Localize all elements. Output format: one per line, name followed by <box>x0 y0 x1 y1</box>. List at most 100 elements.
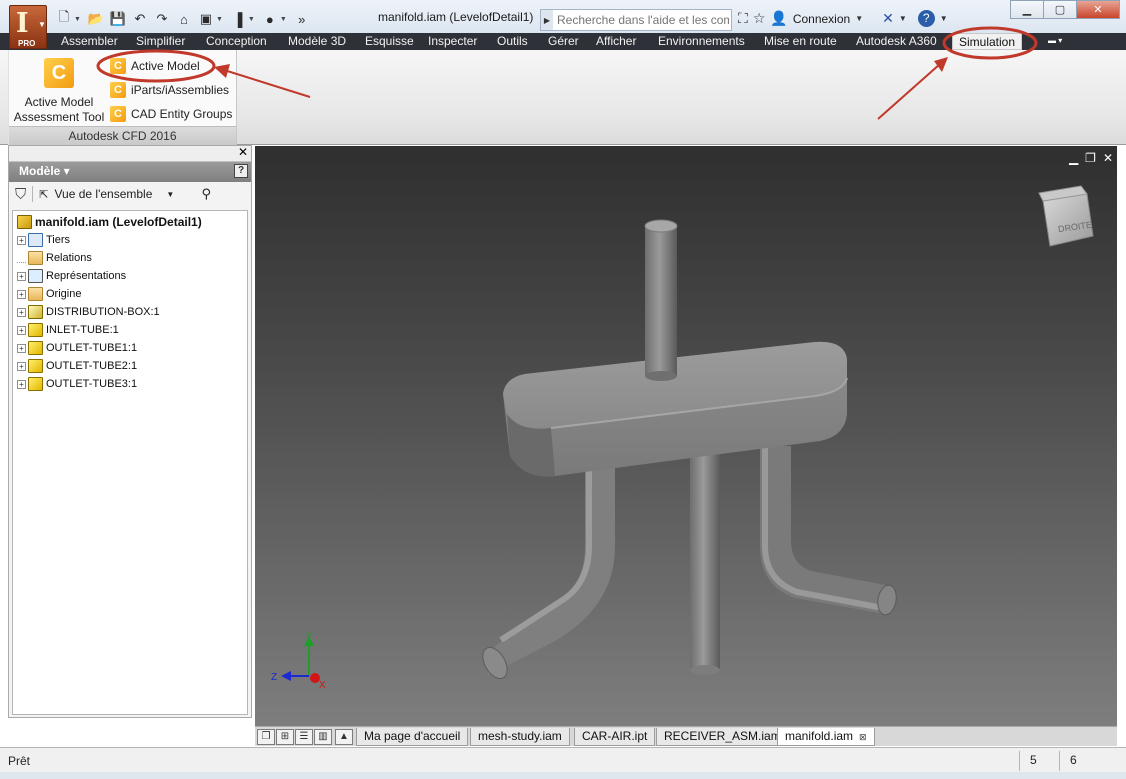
new-dropdown-icon[interactable]: ▼ <box>74 16 81 23</box>
graphics-viewport[interactable]: ▁ ❐ ✕ DROITE Y Z X <box>255 146 1117 726</box>
tab-esquisse[interactable]: Esquisse <box>365 33 414 50</box>
expand-icon[interactable]: + <box>17 307 26 317</box>
tree-item-relations[interactable]: Relations <box>13 249 92 267</box>
browser-toolbar: ⛉ ⇱ Vue de l'ensemble ▼ ⚲ <box>9 182 251 206</box>
dropdown-icon[interactable]: ▼ <box>899 14 907 23</box>
expand-icon[interactable]: + <box>17 325 26 335</box>
outlet-tube-3[interactable] <box>760 446 898 616</box>
x-axis-label: X <box>319 680 326 691</box>
ribbon-options-icon[interactable]: ▬ ▾ <box>1048 36 1074 47</box>
help-search-input[interactable] <box>553 13 729 27</box>
status-occurrences: 5 <box>1019 751 1037 771</box>
view-dropdown-icon[interactable]: ▼ <box>166 190 174 199</box>
tile-vertical-icon[interactable]: ▥ <box>314 729 332 745</box>
tab-simulation[interactable]: Simulation <box>952 33 1023 50</box>
cascade-windows-icon[interactable]: ❐ <box>257 729 275 745</box>
star-icon[interactable]: ☆ <box>753 10 766 27</box>
doc-tab-receiver-asm[interactable]: RECEIVER_ASM.iam <box>656 728 789 746</box>
tree-item-distribution-box[interactable]: + DISTRIBUTION-BOX:1 <box>13 303 160 321</box>
tree-item-inlet-tube[interactable]: + INLET-TUBE:1 <box>13 321 119 339</box>
tile-horizontal-icon[interactable]: ☰ <box>295 729 313 745</box>
tab-environnements[interactable]: Environnements <box>658 33 745 50</box>
filter-icon[interactable]: ⛉ <box>15 186 26 203</box>
view-selector[interactable]: Vue de l'ensemble <box>54 187 152 201</box>
expand-icon[interactable]: + <box>17 289 26 299</box>
doc-tab-mesh-study[interactable]: mesh-study.iam <box>470 728 570 746</box>
tree-item-outlet-tube2[interactable]: + OUTLET-TUBE2:1 <box>13 357 137 375</box>
tree-item-label: OUTLET-TUBE3:1 <box>46 378 138 390</box>
exchange-icon[interactable]: ✕ <box>882 10 894 27</box>
outlet-tube-1[interactable] <box>478 466 615 683</box>
tree-item-representations[interactable]: + Représentations <box>13 267 126 285</box>
home-icon[interactable]: ⌂ <box>175 10 193 28</box>
tree-root[interactable]: manifold.iam (LevelofDetail1) <box>13 213 202 231</box>
image-icon[interactable]: ▣ <box>197 10 215 28</box>
tab-gerer[interactable]: Gérer <box>548 33 579 50</box>
active-model-assessment-tool-button[interactable]: C Active Model Assessment Tool <box>11 58 107 125</box>
help-dropdown-icon[interactable]: ▼ <box>940 14 948 23</box>
image-dropdown-icon[interactable]: ▼ <box>216 16 223 23</box>
find-binoculars-icon[interactable]: ⚲ <box>201 186 211 202</box>
undo-icon[interactable]: ↶ <box>131 10 149 28</box>
tab-simplifier[interactable]: Simplifier <box>136 33 185 50</box>
tab-assembler[interactable]: Assembler <box>61 33 118 50</box>
sign-in-link[interactable]: Connexion <box>793 12 850 26</box>
dropdown-icon[interactable]: ▼ <box>855 14 863 23</box>
expand-left-icon[interactable]: ▶ <box>541 10 553 30</box>
tab-autodesk-a360[interactable]: Autodesk A360 <box>856 33 937 50</box>
tree-item-outlet-tube3[interactable]: + OUTLET-TUBE3:1 <box>13 375 137 393</box>
axis-triad: Y Z X <box>271 631 326 691</box>
tab-afficher[interactable]: Afficher <box>596 33 636 50</box>
tab-conception[interactable]: Conception <box>206 33 267 50</box>
expand-icon[interactable]: + <box>17 379 26 389</box>
user-icon[interactable]: 👤 <box>770 10 787 27</box>
doc-tab-manifold[interactable]: manifold.iam ⊠ <box>777 728 875 746</box>
expand-icon[interactable]: + <box>17 271 26 281</box>
view-cube[interactable]: DROITE <box>1038 185 1094 247</box>
save-icon[interactable]: 💾 <box>109 10 127 28</box>
expand-icon[interactable]: + <box>17 343 26 353</box>
new-file-icon[interactable]: 🗋 <box>55 9 73 28</box>
manifold-model[interactable]: DROITE Y Z X <box>255 146 1117 726</box>
doc-tab-home[interactable]: Ma page d'accueil <box>356 728 469 746</box>
open-folder-icon[interactable]: 📂 <box>87 10 105 28</box>
tab-modele-3d[interactable]: Modèle 3D <box>288 33 346 50</box>
tab-inspecter[interactable]: Inspecter <box>428 33 477 50</box>
cad-entity-groups-button[interactable]: C CAD Entity Groups <box>110 104 232 124</box>
expand-icon[interactable]: + <box>17 235 26 245</box>
maximize-button[interactable]: ▢ <box>1043 0 1077 19</box>
close-window-button[interactable]: ✕ <box>1076 0 1120 19</box>
help-icon[interactable]: ? <box>917 10 935 27</box>
window-controls: ▁ ▢ ✕ <box>1010 0 1120 19</box>
material-dropdown-icon[interactable]: ▼ <box>280 16 287 23</box>
close-icon[interactable]: ✕ <box>238 145 248 159</box>
measure-icon[interactable]: ▐ <box>229 10 247 28</box>
expand-icon[interactable]: + <box>17 361 26 371</box>
documents-menu-icon[interactable]: ▲ <box>335 729 353 745</box>
tree-item-origine[interactable]: + Origine <box>13 285 81 303</box>
overflow-icon[interactable]: » <box>293 10 311 28</box>
browser-title-dropdown[interactable]: Modèle ▾ <box>19 164 70 178</box>
tree-item-tiers[interactable]: + Tiers <box>13 231 70 249</box>
redo-icon[interactable]: ↷ <box>153 10 171 28</box>
tab-mise-en-route[interactable]: Mise en route <box>764 33 837 50</box>
measure-dropdown-icon[interactable]: ▼ <box>248 16 255 23</box>
inlet-tube[interactable] <box>644 219 678 381</box>
browser-titlebar: ✕ <box>9 145 251 162</box>
binoculars-icon[interactable]: ⛶ <box>738 10 748 27</box>
minimize-button[interactable]: ▁ <box>1010 0 1044 19</box>
info-center: ⛶ ☆ 👤 Connexion ▼ ✕ ▼ ? ▼ <box>738 10 948 27</box>
application-menu-button[interactable]: I ▼ PRO <box>9 5 47 49</box>
outlet-tube-2[interactable] <box>690 446 720 675</box>
tree-item-outlet-tube1[interactable]: + OUTLET-TUBE1:1 <box>13 339 137 357</box>
help-search-box[interactable]: ▶ <box>540 9 732 31</box>
material-icon[interactable]: ● <box>261 10 279 28</box>
tile-windows-icon[interactable]: ⊞ <box>276 729 294 745</box>
ribbon-tab-bar: Assembler Simplifier Conception Modèle 3… <box>0 33 1126 50</box>
help-icon[interactable]: ? <box>234 164 248 178</box>
active-model-button[interactable]: C Active Model <box>110 56 200 76</box>
close-tab-icon[interactable]: ⊠ <box>859 732 867 742</box>
tab-outils[interactable]: Outils <box>497 33 528 50</box>
iparts-iassemblies-button[interactable]: C iParts/iAssemblies <box>110 80 229 100</box>
doc-tab-car-air[interactable]: CAR-AIR.ipt <box>574 728 656 746</box>
